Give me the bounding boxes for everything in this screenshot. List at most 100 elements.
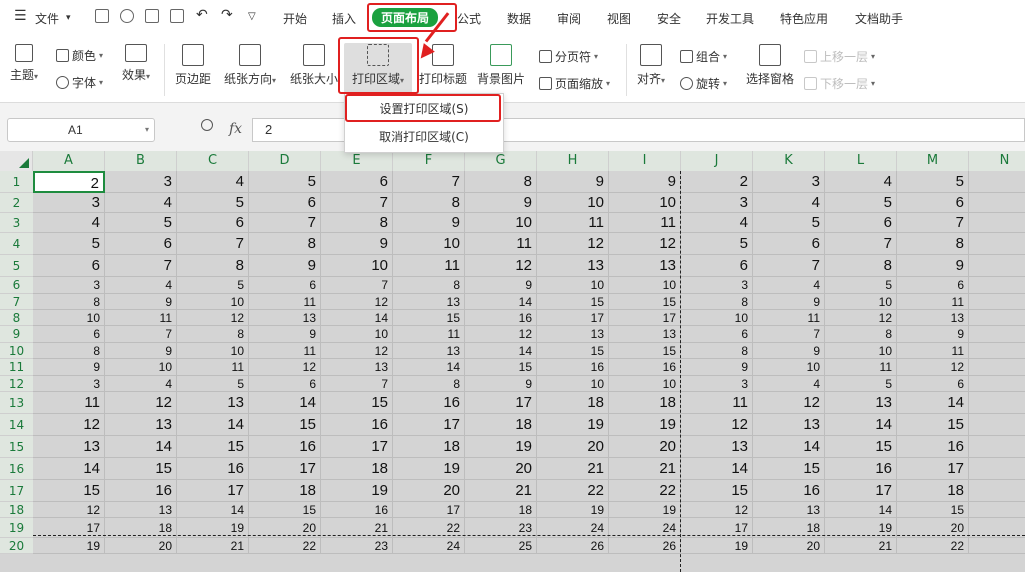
- row-header-13[interactable]: 13: [0, 392, 33, 414]
- cell[interactable]: 20: [609, 436, 681, 458]
- cell[interactable]: 13: [393, 294, 465, 310]
- colors-button[interactable]: 颜色 ▾: [56, 47, 103, 64]
- tab-data[interactable]: 数据: [507, 10, 531, 27]
- cell[interactable]: 10: [537, 277, 609, 294]
- cell[interactable]: 2: [681, 171, 753, 193]
- cell[interactable]: 13: [753, 414, 825, 436]
- cell[interactable]: 13: [897, 310, 969, 326]
- cell[interactable]: 15: [321, 392, 393, 414]
- page-breaks-button[interactable]: 分页符 ▾: [539, 48, 598, 65]
- cell[interactable]: 10: [681, 310, 753, 326]
- orientation-button[interactable]: 纸张方向▾: [220, 44, 280, 87]
- cell[interactable]: 13: [753, 502, 825, 518]
- cell[interactable]: 14: [177, 502, 249, 518]
- row-header-12[interactable]: 12: [0, 376, 33, 392]
- cell[interactable]: 12: [321, 343, 393, 359]
- cell[interactable]: [969, 213, 1025, 233]
- cell[interactable]: 9: [681, 359, 753, 376]
- cell[interactable]: 16: [897, 436, 969, 458]
- cell[interactable]: 21: [825, 538, 897, 554]
- cell[interactable]: [969, 233, 1025, 255]
- cell[interactable]: 18: [393, 436, 465, 458]
- cell[interactable]: 16: [393, 392, 465, 414]
- page-scale-button[interactable]: 页面缩放 ▾: [539, 75, 610, 92]
- cell[interactable]: 10: [33, 310, 105, 326]
- cell[interactable]: 22: [249, 538, 321, 554]
- effects-button[interactable]: 效果▾: [118, 44, 154, 83]
- cell[interactable]: [969, 171, 1025, 193]
- cell[interactable]: 8: [681, 294, 753, 310]
- format-painter-icon[interactable]: [120, 9, 134, 23]
- cell[interactable]: 7: [321, 193, 393, 213]
- tab-review[interactable]: 审阅: [557, 10, 581, 27]
- cell[interactable]: 18: [609, 392, 681, 414]
- cell[interactable]: 12: [465, 255, 537, 277]
- cell[interactable]: 7: [393, 171, 465, 193]
- cell[interactable]: 10: [825, 343, 897, 359]
- cell[interactable]: 17: [609, 310, 681, 326]
- cell[interactable]: 12: [249, 359, 321, 376]
- cell[interactable]: 19: [33, 538, 105, 554]
- cell[interactable]: 12: [681, 502, 753, 518]
- cell[interactable]: 7: [105, 255, 177, 277]
- cell[interactable]: 13: [33, 436, 105, 458]
- column-header-i[interactable]: I: [609, 151, 681, 171]
- cell[interactable]: 1: [969, 255, 1025, 277]
- cell[interactable]: 13: [105, 414, 177, 436]
- cell[interactable]: 11: [249, 294, 321, 310]
- cell[interactable]: 9: [105, 343, 177, 359]
- cell[interactable]: 19: [465, 436, 537, 458]
- row-header-17[interactable]: 17: [0, 480, 33, 502]
- cell[interactable]: 15: [33, 480, 105, 502]
- cell[interactable]: 11: [465, 233, 537, 255]
- column-header-b[interactable]: B: [105, 151, 177, 171]
- cell[interactable]: 3: [681, 376, 753, 392]
- cell[interactable]: 18: [537, 392, 609, 414]
- bring-forward-button[interactable]: 上移一层 ▾: [804, 48, 875, 65]
- cell[interactable]: 19: [537, 414, 609, 436]
- cell[interactable]: 5: [681, 233, 753, 255]
- cell[interactable]: 20: [753, 538, 825, 554]
- clear-print-area-item[interactable]: 取消打印区域(C): [345, 125, 503, 149]
- cell[interactable]: 6: [753, 233, 825, 255]
- cell[interactable]: 23: [321, 538, 393, 554]
- cell[interactable]: 20: [393, 480, 465, 502]
- fonts-button[interactable]: 字体 ▾: [56, 74, 103, 91]
- cell[interactable]: 24: [393, 538, 465, 554]
- cell[interactable]: 14: [897, 392, 969, 414]
- cell[interactable]: 5: [177, 277, 249, 294]
- cell[interactable]: 13: [537, 255, 609, 277]
- row-header-20[interactable]: 20: [0, 538, 33, 554]
- row-header-5[interactable]: 5: [0, 255, 33, 277]
- cell[interactable]: 16: [465, 310, 537, 326]
- cell[interactable]: [969, 193, 1025, 213]
- cell[interactable]: 10: [105, 359, 177, 376]
- cell[interactable]: 8: [249, 233, 321, 255]
- select-all-corner[interactable]: [0, 151, 33, 171]
- set-print-area-item[interactable]: 设置打印区域(S): [345, 97, 503, 121]
- cell[interactable]: 16: [249, 436, 321, 458]
- cell[interactable]: 12: [537, 233, 609, 255]
- cell[interactable]: 4: [825, 171, 897, 193]
- cell[interactable]: 3: [33, 277, 105, 294]
- row-header-15[interactable]: 15: [0, 436, 33, 458]
- cell[interactable]: 5: [177, 193, 249, 213]
- cell[interactable]: 9: [609, 171, 681, 193]
- cell[interactable]: 6: [33, 255, 105, 277]
- chevron-down-icon[interactable]: ▾: [66, 13, 71, 23]
- cell[interactable]: 14: [753, 436, 825, 458]
- cell[interactable]: 14: [681, 458, 753, 480]
- cell[interactable]: 3: [753, 171, 825, 193]
- cell[interactable]: 17: [177, 480, 249, 502]
- cell[interactable]: 14: [105, 436, 177, 458]
- cell[interactable]: 13: [393, 343, 465, 359]
- cell[interactable]: 6: [897, 193, 969, 213]
- cell[interactable]: 8: [681, 343, 753, 359]
- cell[interactable]: 8: [321, 213, 393, 233]
- cell[interactable]: 18: [465, 414, 537, 436]
- cell[interactable]: 4: [105, 277, 177, 294]
- cell[interactable]: 16: [825, 458, 897, 480]
- cell[interactable]: 6: [105, 233, 177, 255]
- cell[interactable]: 13: [249, 310, 321, 326]
- chevron-down-icon[interactable]: ▾: [145, 119, 149, 141]
